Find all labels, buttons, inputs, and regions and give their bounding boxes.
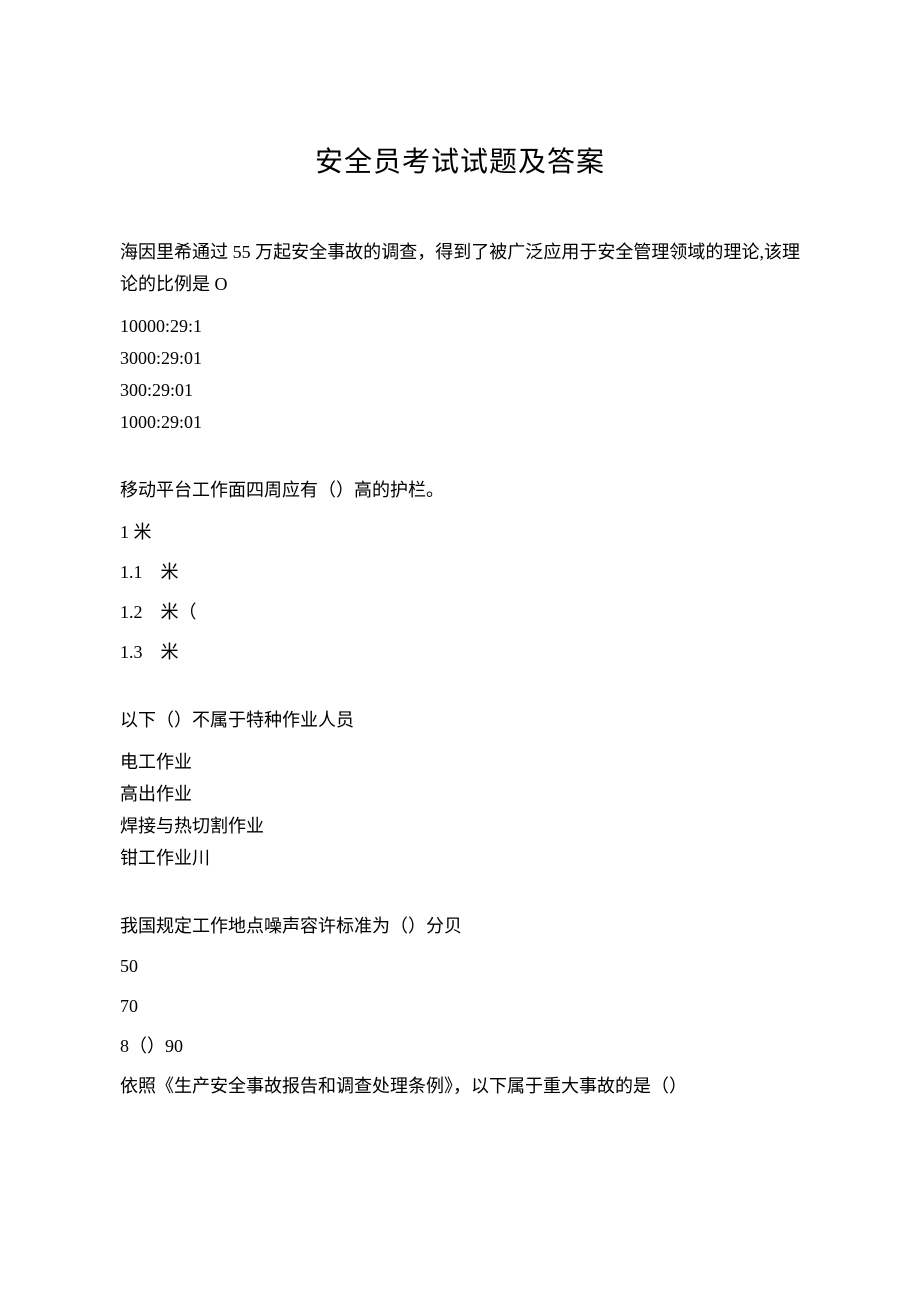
question-3-option-a: 电工作业	[120, 746, 800, 778]
question-3: 以下（）不属于特种作业人员 电工作业 高出作业 焊接与热切割作业 钳工作业川	[120, 704, 800, 874]
question-1: 海因里希通过 55 万起安全事故的调查，得到了被广泛应用于安全管理领域的理论,该…	[120, 236, 800, 438]
question-2-option-d: 1.3 米	[120, 636, 800, 668]
question-3-options: 电工作业 高出作业 焊接与热切割作业 钳工作业川	[120, 746, 800, 874]
question-2-options: 1 米 1.1 米 1.2 米（ 1.3 米	[120, 516, 800, 668]
question-3-option-d: 钳工作业川	[120, 842, 800, 874]
question-2-stem: 移动平台工作面四周应有（）高的护栏。	[120, 474, 800, 506]
question-1-option-b: 3000:29:01	[120, 342, 800, 374]
question-1-options: 10000:29:1 3000:29:01 300:29:01 1000:29:…	[120, 310, 800, 438]
question-1-stem: 海因里希通过 55 万起安全事故的调查，得到了被广泛应用于安全管理领域的理论,该…	[120, 236, 800, 300]
question-5-stem: 依照《生产安全事故报告和调查处理条例》，以下属于重大事故的是（）	[120, 1070, 800, 1102]
question-1-option-c: 300:29:01	[120, 374, 800, 406]
question-2-option-a: 1 米	[120, 516, 800, 548]
question-2: 移动平台工作面四周应有（）高的护栏。 1 米 1.1 米 1.2 米（ 1.3 …	[120, 474, 800, 668]
question-3-stem: 以下（）不属于特种作业人员	[120, 704, 800, 736]
question-4: 我国规定工作地点噪声容许标准为（）分贝 50 70 8（）90 依照《生产安全事…	[120, 910, 800, 1102]
question-2-option-c: 1.2 米（	[120, 596, 800, 628]
page-title: 安全员考试试题及答案	[120, 140, 800, 180]
question-1-option-a: 10000:29:1	[120, 310, 800, 342]
document-page: 安全员考试试题及答案 海因里希通过 55 万起安全事故的调查，得到了被广泛应用于…	[0, 0, 920, 1301]
question-4-option-b: 70	[120, 990, 800, 1022]
question-4-stem: 我国规定工作地点噪声容许标准为（）分贝	[120, 910, 800, 942]
question-4-option-a: 50	[120, 950, 800, 982]
question-1-option-d: 1000:29:01	[120, 406, 800, 438]
question-3-option-b: 高出作业	[120, 778, 800, 810]
question-4-option-cd: 8（）90	[120, 1030, 800, 1062]
question-3-option-c: 焊接与热切割作业	[120, 810, 800, 842]
question-2-option-b: 1.1 米	[120, 556, 800, 588]
